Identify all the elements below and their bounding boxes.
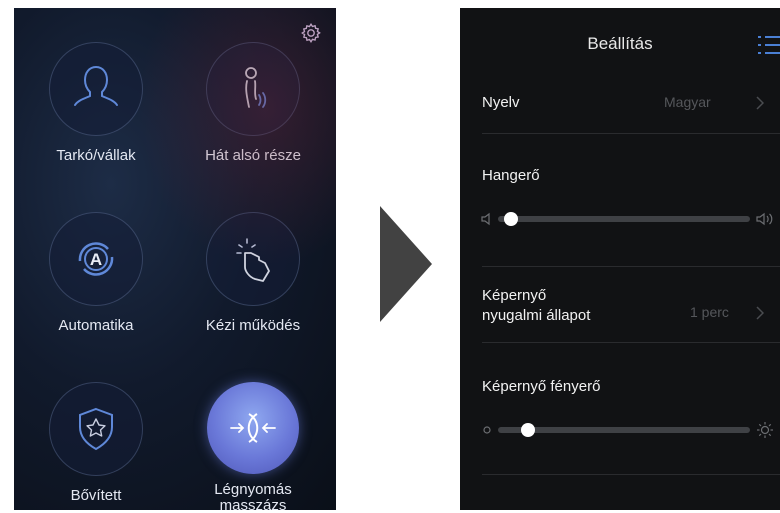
manual-hand-icon <box>236 238 270 282</box>
mode-label: Kézi működés <box>205 317 301 334</box>
mode-lower-back[interactable]: Hát alsó része <box>178 42 328 164</box>
mode-button[interactable] <box>206 212 300 306</box>
svg-text:A: A <box>90 250 102 269</box>
page-title: Beállítás <box>587 34 653 53</box>
mode-label: Légnyomás masszázs <box>214 481 292 511</box>
mode-label: Hát alsó része <box>205 147 301 164</box>
neck-shoulders-icon <box>74 66 118 106</box>
chevron-right-icon <box>756 96 764 110</box>
mode-label: Tarkó/vállak <box>56 147 136 164</box>
mode-air-pressure[interactable]: Légnyomás masszázs <box>178 382 328 510</box>
shield-star-icon <box>79 407 113 451</box>
brightness-label: Képernyő fényerő <box>482 378 601 395</box>
mode-label: Automatika <box>58 317 134 334</box>
massage-mode-screen: Tarkó/vállak Hát alsó része A Automatika <box>14 8 336 510</box>
mode-button-active[interactable] <box>207 382 299 474</box>
volume-low-icon <box>481 212 490 226</box>
screen-sleep-label-line1: Képernyő <box>482 287 547 304</box>
volume-high-icon <box>756 212 773 226</box>
mode-button[interactable]: A <box>49 212 143 306</box>
mode-extended[interactable]: Bővített <box>21 382 171 504</box>
lower-back-icon <box>245 67 267 108</box>
language-label: Nyelv <box>482 94 520 111</box>
divider <box>482 266 780 267</box>
volume-slider-handle[interactable] <box>503 212 518 226</box>
volume-slider[interactable] <box>498 216 750 222</box>
divider <box>482 474 780 475</box>
chevron-right-icon <box>756 306 764 320</box>
mode-button[interactable] <box>49 382 143 476</box>
volume-label: Hangerő <box>482 167 540 184</box>
brightness-slider[interactable] <box>498 427 750 433</box>
screen-sleep-label-line2: nyugalmi állapot <box>482 307 591 324</box>
brightness-slider-handle[interactable] <box>521 423 536 437</box>
divider <box>482 133 780 134</box>
language-value: Magyar <box>664 94 711 110</box>
menu-list-icon[interactable] <box>756 34 780 56</box>
auto-icon: A <box>78 242 114 276</box>
mode-automatic[interactable]: A Automatika <box>21 212 171 334</box>
mode-button[interactable] <box>49 42 143 136</box>
brightness-high-icon <box>757 422 773 438</box>
brightness-low-icon <box>483 426 491 434</box>
air-pressure-icon <box>230 413 276 443</box>
mode-button[interactable] <box>206 42 300 136</box>
mode-label: Bővített <box>70 487 122 504</box>
gear-icon[interactable] <box>300 22 322 44</box>
mode-manual[interactable]: Kézi működés <box>178 212 328 334</box>
screen-sleep-value: 1 perc <box>690 304 729 320</box>
arrow-right-icon <box>380 206 432 322</box>
divider <box>482 342 780 343</box>
mode-neck-shoulders[interactable]: Tarkó/vállak <box>21 42 171 164</box>
settings-screen: Beállítás Nyelv Magyar Hangerő Képernyő … <box>460 8 780 510</box>
